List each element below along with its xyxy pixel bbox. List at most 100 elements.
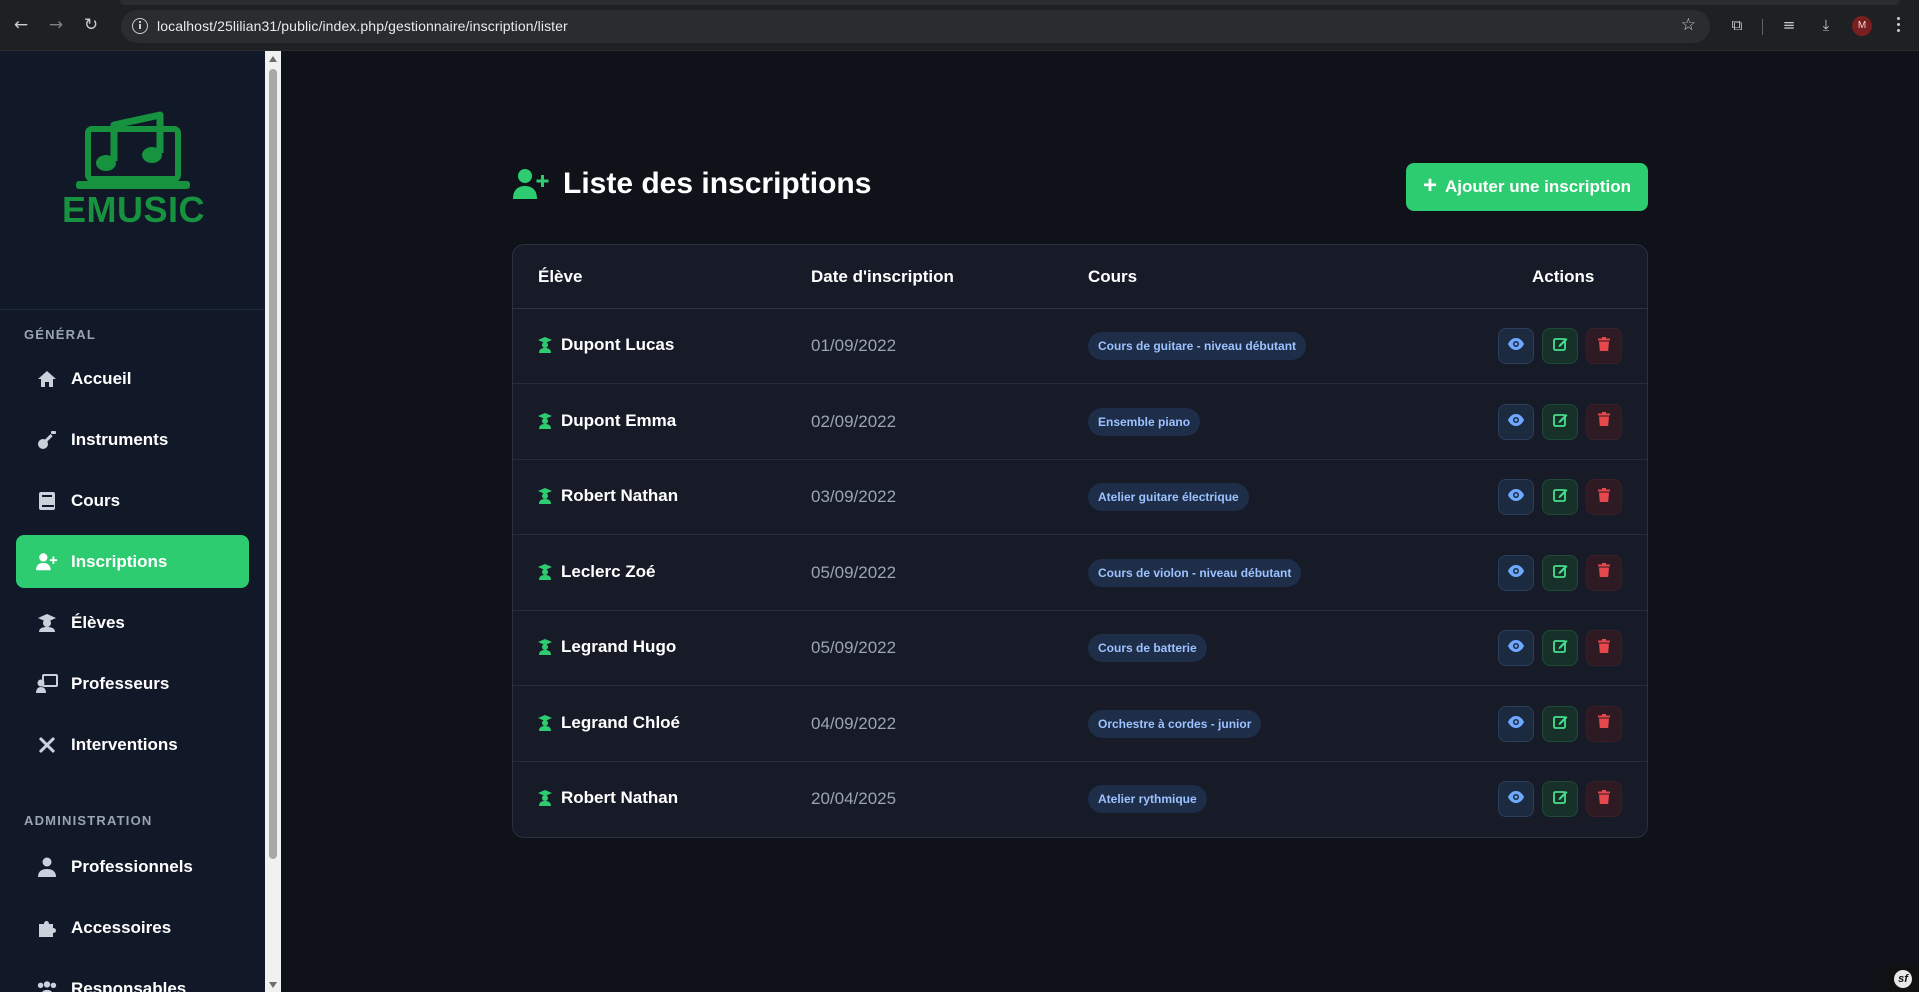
sidebar-item-inscriptions[interactable]: Inscriptions [16, 535, 249, 588]
sidebar-item-interventions[interactable]: Interventions [16, 718, 249, 771]
tools-icon [36, 734, 58, 756]
sidebar-item-instruments[interactable]: Instruments [16, 413, 249, 466]
edit-button[interactable] [1542, 630, 1578, 666]
forward-icon[interactable]: → [45, 13, 67, 37]
page-header: Liste des inscriptions [513, 167, 871, 201]
delete-button[interactable] [1586, 554, 1622, 591]
eye-icon [1508, 564, 1524, 582]
view-button[interactable] [1498, 630, 1534, 666]
edit-icon [1552, 789, 1568, 809]
scroll-up-icon[interactable] [269, 56, 277, 62]
sidebar-item-accessoires[interactable]: Accessoires [16, 901, 249, 954]
symfony-icon: sf [1894, 970, 1912, 988]
trash-icon [1598, 336, 1610, 356]
graduate-icon [538, 639, 552, 655]
scroll-down-icon[interactable] [269, 982, 277, 988]
eleve-cell: Dupont Lucas [538, 335, 674, 355]
sidebar-item-professeurs[interactable]: Professeurs [16, 657, 249, 710]
guitar-icon [36, 429, 58, 451]
browser-menu-icon[interactable] [1894, 14, 1902, 36]
delete-button[interactable] [1586, 328, 1622, 364]
scrollbar-thumb[interactable] [269, 69, 277, 859]
delete-button[interactable] [1586, 479, 1622, 515]
sidebar-item-responsables[interactable]: Responsables [16, 962, 249, 992]
edit-button[interactable] [1542, 781, 1578, 817]
bookmark-star-icon[interactable]: ☆ [1681, 15, 1696, 35]
add-inscription-button[interactable]: + Ajouter une inscription [1406, 163, 1648, 211]
url-text[interactable]: localhost/25lilian31/public/index.php/ge… [157, 18, 568, 34]
trash-icon [1598, 638, 1610, 658]
graduate-icon [538, 714, 552, 731]
table-row: Robert Nathan 03/09/2022 Atelier guitare é… [513, 460, 1647, 535]
address-bar[interactable]: localhost/25lilian31/public/index.php/ge… [121, 10, 1710, 43]
browser-toolbar: ← → ↻ localhost/25lilian31/public/index.… [0, 0, 1919, 51]
column-header-actions: Actions [1532, 267, 1595, 286]
delete-button[interactable] [1586, 781, 1622, 817]
view-button[interactable] [1498, 554, 1534, 591]
media-queue-icon[interactable]: ≡ [1778, 14, 1800, 36]
row-actions [1498, 328, 1622, 364]
eleve-name: Dupont Lucas [561, 335, 675, 354]
delete-button[interactable] [1586, 630, 1622, 666]
graduate-icon [36, 612, 58, 634]
cours-badge: Ensemble piano [1088, 407, 1201, 436]
delete-button[interactable] [1586, 705, 1622, 742]
cours-badge: Orchestre à cordes - junior [1088, 709, 1262, 738]
sidebar-item-professionnels[interactable]: Professionnels [16, 840, 249, 893]
view-button[interactable] [1498, 328, 1534, 364]
graduate-icon [538, 337, 552, 353]
teacher-icon [36, 673, 58, 695]
inscription-date: 05/09/2022 [811, 638, 897, 657]
sidebar-item-eleves[interactable]: Élèves [16, 596, 249, 649]
edit-button[interactable] [1542, 554, 1578, 591]
add-inscription-label: Ajouter une inscription [1444, 177, 1632, 196]
sidebar-item-label: Accueil [71, 368, 132, 388]
graduate-icon [538, 412, 552, 429]
eleve-name: Legrand Hugo [561, 637, 677, 656]
eleve-cell: Leclerc Zoé [538, 562, 656, 582]
edit-icon [1552, 487, 1568, 507]
sidebar-item-label: Professionnels [71, 856, 193, 876]
reload-icon[interactable]: ↻ [80, 13, 102, 37]
edit-icon [1552, 714, 1568, 734]
inscription-date: 02/09/2022 [811, 411, 897, 431]
edit-button[interactable] [1542, 705, 1578, 742]
view-button[interactable] [1498, 705, 1534, 742]
symfony-toolbar-toggle[interactable]: sf [1885, 966, 1919, 992]
eleve-name: Legrand Chloé [561, 712, 681, 732]
site-info-icon[interactable] [132, 18, 148, 34]
sidebar-scrollbar[interactable] [265, 51, 281, 992]
edit-button[interactable] [1542, 479, 1578, 515]
graduate-icon [538, 790, 552, 806]
back-icon[interactable]: ← [10, 13, 32, 37]
delete-button[interactable] [1586, 403, 1622, 440]
eleve-cell: Legrand Chloé [538, 713, 680, 733]
emusic-logo[interactable]: EMUSIC [62, 107, 205, 237]
table-row: Legrand Chloé 04/09/2022 Orchestre à corde… [513, 687, 1647, 762]
sidebar-item-cours[interactable]: Cours [16, 474, 249, 527]
profile-avatar[interactable]: M [1852, 16, 1872, 36]
table-header: Élève Date d'inscription Cours Actions [513, 245, 1647, 309]
eleve-name: Leclerc Zoé [561, 561, 656, 581]
extensions-icon[interactable]: ⧉ [1726, 14, 1748, 36]
sidebar-item-label: Élèves [71, 612, 125, 632]
download-icon[interactable]: ⤓ [1815, 14, 1837, 36]
eleve-name: Robert Nathan [561, 788, 679, 807]
row-actions [1498, 554, 1622, 591]
sidebar-item-label: Responsables [71, 978, 187, 992]
cours-badge: Atelier guitare électrique [1088, 483, 1249, 511]
column-header-eleve: Élève [538, 267, 583, 286]
view-button[interactable] [1498, 781, 1534, 817]
book-icon [36, 490, 58, 512]
edit-button[interactable] [1542, 403, 1578, 440]
column-header-date: Date d'inscription [811, 267, 954, 286]
row-actions [1498, 403, 1622, 440]
edit-icon [1552, 336, 1568, 356]
sidebar-item-accueil[interactable]: Accueil [16, 352, 249, 405]
view-button[interactable] [1498, 403, 1534, 440]
tab-strip [120, 0, 1900, 5]
edit-button[interactable] [1542, 328, 1578, 364]
view-button[interactable] [1498, 479, 1534, 515]
edit-icon [1552, 563, 1568, 583]
edit-icon [1552, 412, 1568, 432]
